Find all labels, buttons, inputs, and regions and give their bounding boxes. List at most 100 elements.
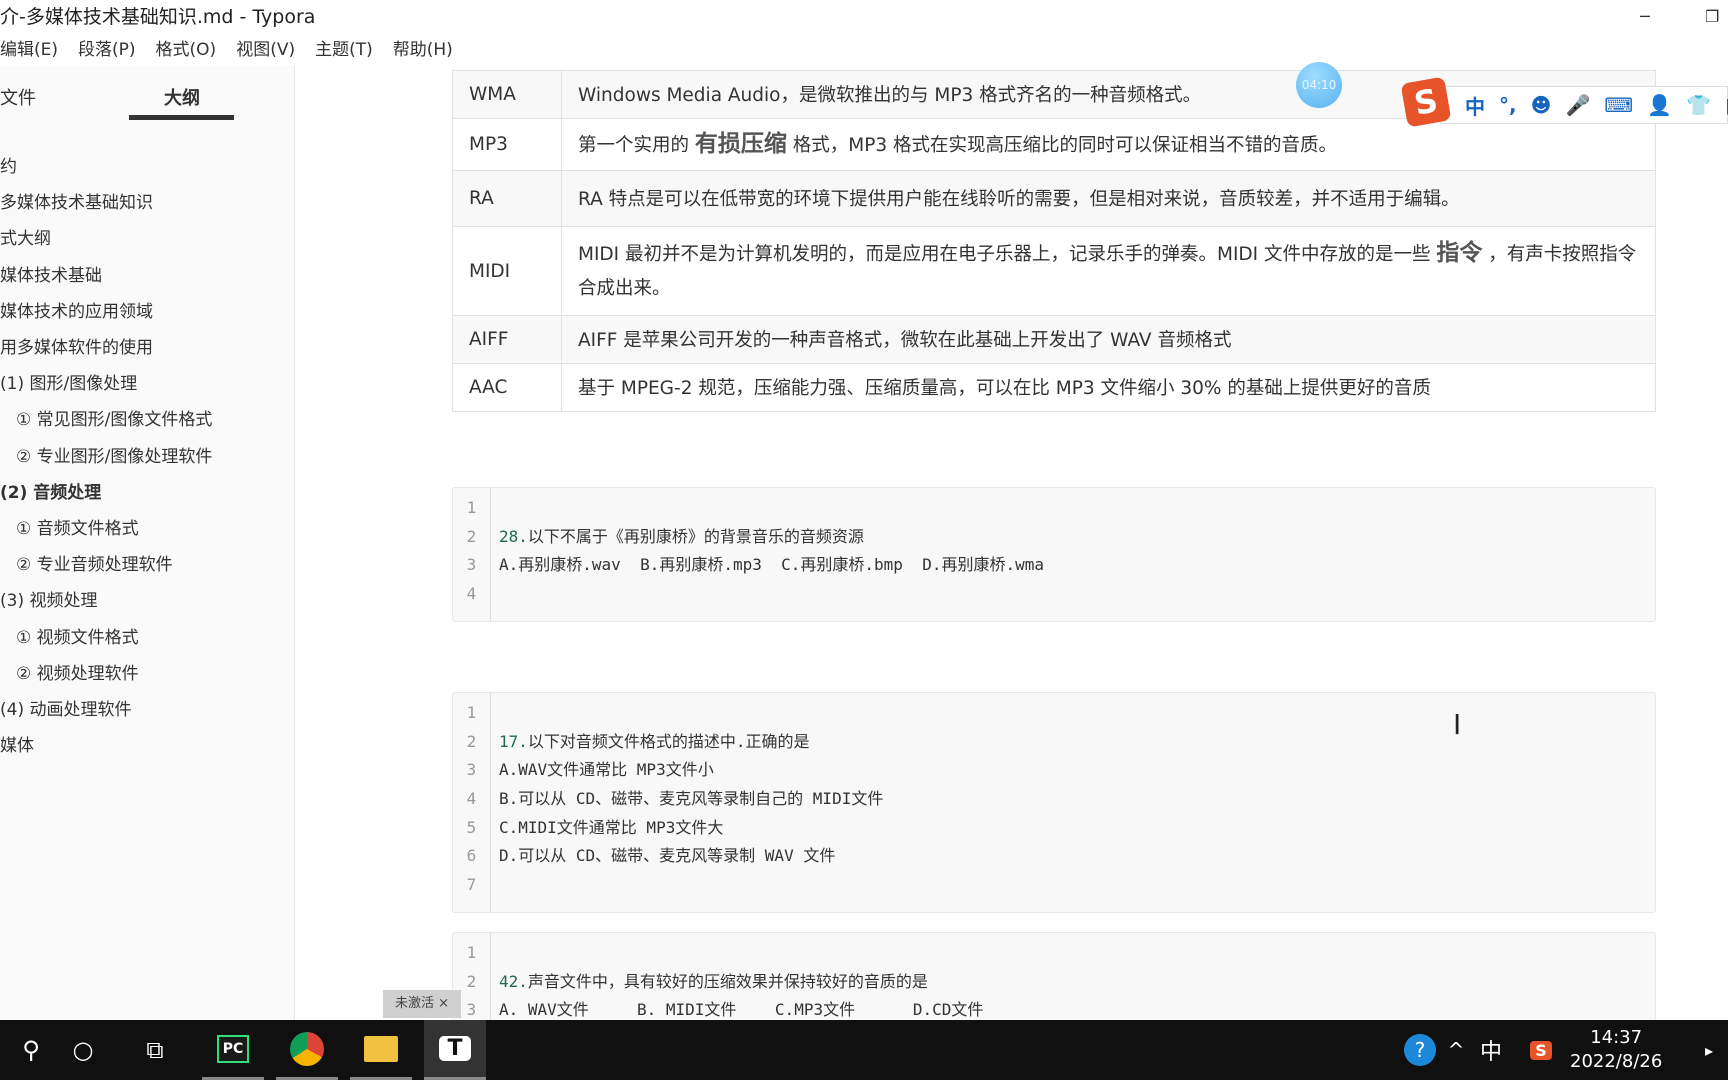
description-cell: 第一个实用的 有损压缩 格式，MP3 格式在实现高压缩比的同时可以保证相当不错的… xyxy=(561,118,1656,171)
ibeam-cursor: I xyxy=(1453,708,1462,741)
ime-button-icon[interactable]: 👤 xyxy=(1647,93,1672,117)
editor[interactable]: WMA Windows Media Audio，是微软推出的与 MP3 格式齐名的… xyxy=(296,66,1728,1020)
chrome-icon[interactable] xyxy=(276,1020,338,1080)
description-text: Windows Media Audio，是微软推出的与 MP3 格式齐名的一种音… xyxy=(578,84,1202,106)
outline-item[interactable]: ② 视频处理软件 xyxy=(16,659,139,684)
file-explorer-icon[interactable] xyxy=(350,1020,412,1080)
menu-item[interactable]: 格式(O) xyxy=(156,34,217,66)
description-cell: AIFF 是苹果公司开发的一种声音格式，微软在此基础上开发出了 WAV 音频格式 xyxy=(561,315,1656,364)
tab-outline[interactable]: 大纲 xyxy=(164,84,200,110)
title-bar: 介-多媒体技术基础知识.md - Typora ─ ❐ xyxy=(0,0,1728,34)
active-tab-indicator xyxy=(129,115,234,120)
code-line: A.再别康桥.wav B.再别康桥.mp3 C.再别康桥.bmp D.再别康桥.… xyxy=(499,555,1044,575)
code-line: D.可以从 CD、磁带、麦克风等录制 WAV 文件 xyxy=(499,846,836,866)
code-text: 17.以下对音频文件格式的描述中.正确的是 A.WAV文件通常比 MP3文件小 B.… xyxy=(499,699,883,900)
description-text: 第一个实用的 xyxy=(578,134,695,156)
outline-item[interactable]: 式大纲 xyxy=(0,224,51,249)
bold-text: 有损压缩 xyxy=(694,130,787,157)
outline-item[interactable]: (1) 图形/图像处理 xyxy=(0,369,137,394)
ime-button-icon[interactable]: ⌨ xyxy=(1604,93,1633,117)
outline-item[interactable]: (2) 音频处理 xyxy=(0,478,101,503)
menu-item[interactable]: 主题(T) xyxy=(315,34,373,66)
outline-item[interactable]: (4) 动画处理软件 xyxy=(0,695,131,720)
code-line: 42.声音文件中，具有较好的压缩效果并保持较好的音质的是 xyxy=(499,968,983,997)
date: 2022/8/26 xyxy=(1570,1051,1663,1072)
question-number: 28. xyxy=(499,526,528,546)
code-line: A. WAV文件 B. MIDI文件 C.MP3文件 D.CD文件 xyxy=(499,1000,984,1020)
format-cell: MP3 xyxy=(452,118,562,171)
table-row: MP3 第一个实用的 有损压缩 格式，MP3 格式在实现高压缩比的同时可以保证相当… xyxy=(452,118,1656,171)
code-line: B.可以从 CD、磁带、麦克风等录制自己的 MIDI文件 xyxy=(499,789,884,809)
clock[interactable]: 14:37 2022/8/26 xyxy=(1570,1026,1662,1074)
ime-button-icon[interactable]: 中 xyxy=(1465,91,1485,120)
timer-badge[interactable]: 04:10 xyxy=(1296,62,1342,108)
menu-item[interactable]: 段落(P) xyxy=(78,34,136,66)
code-text: 28.以下不属于《再别康桥》的背景音乐的音频资源 A.再别康桥.wav B.再别康… xyxy=(499,494,1044,609)
description-text: AIFF 是苹果公司开发的一种声音格式，微软在此基础上开发出了 WAV 音频格式 xyxy=(578,329,1232,351)
question-text: 以下对音频文件格式的描述中.正确的是 xyxy=(527,731,810,751)
time: 14:37 xyxy=(1590,1027,1643,1048)
typora-icon[interactable]: T xyxy=(424,1020,486,1080)
table-row: MIDI MIDI 最初并不是为计算机发明的，而是应用在电子乐器上，记录乐手的弹奏… xyxy=(452,226,1656,316)
description-cell: MIDI 最初并不是为计算机发明的，而是应用在电子乐器上，记录乐手的弹奏。MID… xyxy=(561,226,1656,316)
ime-toolbar: 中°,☻🎤⌨👤👕▦ xyxy=(1440,86,1728,124)
code-line: A.WAV文件通常比 MP3文件小 xyxy=(499,760,714,780)
code-line: C.MIDI文件通常比 MP3文件大 xyxy=(499,817,724,837)
outline-item[interactable]: 多媒体技术基础知识 xyxy=(0,188,153,213)
code-text: 42.声音文件中，具有较好的压缩效果并保持较好的音质的是 A. WAV文件 B. … xyxy=(499,939,983,1020)
description-text: MIDI 最初并不是为计算机发明的，而是应用在电子乐器上，记录乐手的弹奏。MID… xyxy=(578,244,1437,265)
outline-item[interactable]: ② 专业图形/图像处理软件 xyxy=(16,442,212,467)
format-cell: AAC xyxy=(452,363,562,412)
tab-files[interactable]: 文件 xyxy=(0,84,36,110)
question-text: 以下不属于《再别康桥》的背景音乐的音频资源 xyxy=(527,526,864,546)
minimize-button[interactable]: ─ xyxy=(1640,0,1650,34)
sogou-logo-icon[interactable]: S xyxy=(1400,76,1452,128)
description-text: 基于 MPEG-2 规范，压缩能力强、压缩质量高，可以在比 MP3 文件缩小 3… xyxy=(578,377,1431,399)
show-desktop-icon[interactable]: ▸ xyxy=(1690,1020,1728,1080)
ime-button-icon[interactable]: ☻ xyxy=(1531,93,1552,117)
format-cell: MIDI xyxy=(452,226,562,316)
ime-button-icon[interactable]: 👕 xyxy=(1686,93,1711,117)
outline-item[interactable]: (3) 视频处理 xyxy=(0,586,97,611)
pycharm-icon[interactable]: PC xyxy=(202,1020,264,1080)
question-text: 声音文件中，具有较好的压缩效果并保持较好的音质的是 xyxy=(527,971,928,991)
outline-item[interactable]: 约 xyxy=(0,152,17,177)
outline-item[interactable]: 媒体技术基础 xyxy=(0,261,102,286)
outline-item[interactable]: 媒体技术的应用领域 xyxy=(0,297,153,322)
code-block[interactable]: 1 2 3 42.声音文件中，具有较好的压缩效果并保持较好的音质的是 A. WAV文件 … xyxy=(452,932,1656,1020)
code-block[interactable]: 1 2 3 4 28.以下不属于《再别康桥》的背景音乐的音频资源 A.再别康桥.wav B… xyxy=(452,487,1656,622)
description-text: 格式，MP3 格式在实现高压缩比的同时可以保证相当不错的音质。 xyxy=(786,134,1338,156)
task-view-icon[interactable]: ⧉ xyxy=(124,1020,186,1080)
outline-item[interactable]: ① 常见图形/图像文件格式 xyxy=(16,405,212,430)
sogou-tray-icon[interactable]: S xyxy=(1516,1020,1566,1080)
restore-button[interactable]: ❐ xyxy=(1705,0,1719,34)
ime-indicator[interactable]: 中 xyxy=(1466,1020,1516,1080)
line-numbers: 1234567 xyxy=(453,693,491,912)
window-title: 介-多媒体技术基础知识.md - Typora xyxy=(0,6,316,28)
ime-button-icon[interactable]: 🎤 xyxy=(1565,93,1590,117)
description-text: RA 特点是可以在低带宽的环境下提供用户能在线聆听的需要，但是相对来说，音质较差… xyxy=(578,188,1460,210)
menu-item[interactable]: 视图(V) xyxy=(236,34,295,66)
taskbar: ⚲ ○ ⧉ PC T ? ^ 中 S 14:37 2022/8/26 ▸ xyxy=(0,1020,1728,1080)
cortana-icon[interactable]: ○ xyxy=(52,1020,114,1080)
table-row: AAC 基于 MPEG-2 规范，压缩能力强、压缩质量高，可以在比 MP3 文件缩… xyxy=(452,363,1656,412)
outline-item[interactable]: 媒体 xyxy=(0,731,34,756)
activation-tag[interactable]: 未激活 × xyxy=(383,990,461,1018)
ime-button-icon[interactable]: °, xyxy=(1499,93,1517,117)
menu-item[interactable]: 帮助(H) xyxy=(393,34,453,66)
outline-item[interactable]: 用多媒体软件的使用 xyxy=(0,333,153,358)
question-number: 17. xyxy=(499,731,528,751)
sidebar: 文件 大纲 约多媒体技术基础知识 式大纲媒体技术基础媒体技术的应用领域 用多媒体软件… xyxy=(0,66,295,1020)
outline-item[interactable]: ① 视频文件格式 xyxy=(16,623,139,648)
outline-item[interactable]: ② 专业音频处理软件 xyxy=(16,550,173,575)
line-numbers: 1234 xyxy=(453,488,491,621)
format-cell: RA xyxy=(452,170,562,227)
outline-item[interactable]: ① 音频文件格式 xyxy=(16,514,139,539)
table-row: RA RA 特点是可以在低带宽的环境下提供用户能在线聆听的需要，但是相对来说，音质… xyxy=(452,170,1656,227)
menu-item[interactable]: 编辑(E) xyxy=(0,34,58,66)
code-block[interactable]: 1 2 3 4 5 6 7 17.以下对音频文件格式的描述中.正确的是 A.WAV文件通常比 M… xyxy=(452,692,1656,913)
